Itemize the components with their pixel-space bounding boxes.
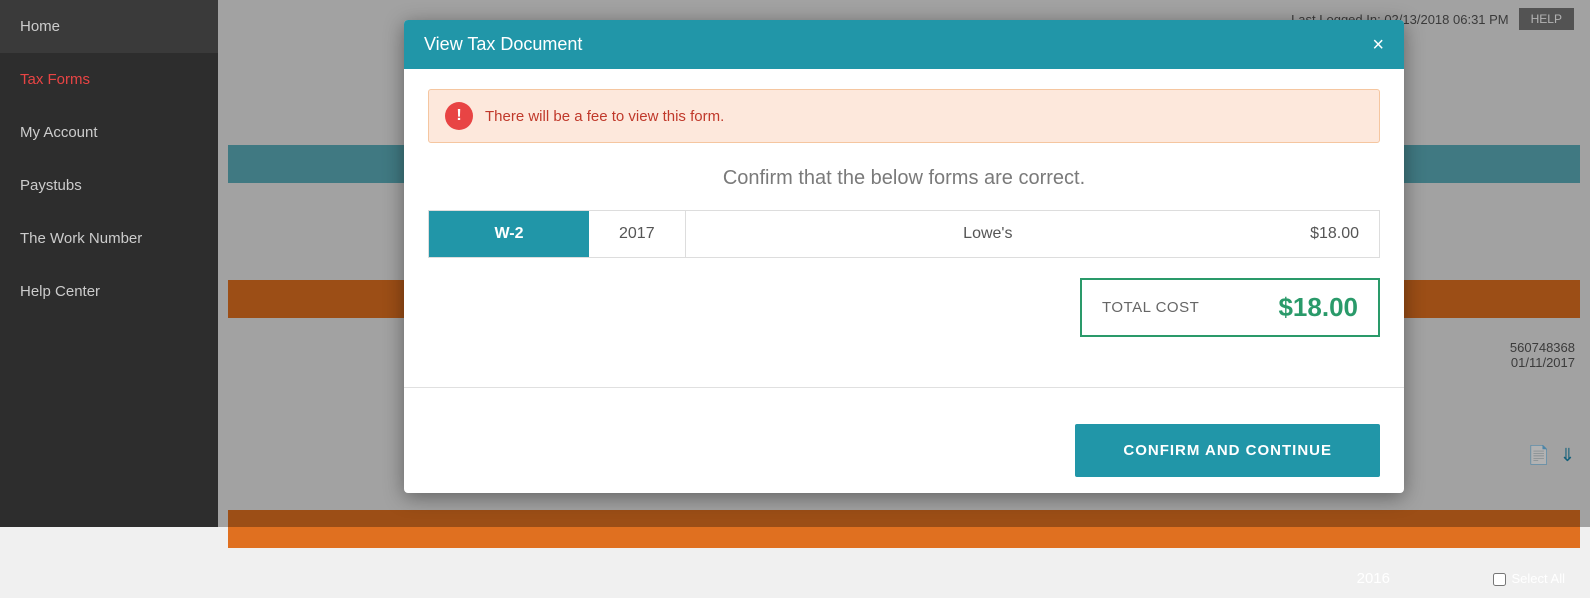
sidebar-item-paystubs[interactable]: Paystubs xyxy=(0,159,218,212)
sidebar-item-my-account[interactable]: My Account xyxy=(0,106,218,159)
modal-body: ! There will be a fee to view this form.… xyxy=(404,69,1404,377)
total-cost-dollar: $ xyxy=(1278,292,1292,322)
confirm-and-continue-button[interactable]: CONFIRM AND CONTINUE xyxy=(1075,424,1380,477)
select-all-checkbox[interactable] xyxy=(1493,573,1506,586)
bg-year-2016: 2016 xyxy=(1357,560,1390,598)
total-cost-label: TOTAL COST xyxy=(1082,287,1258,328)
modal-divider xyxy=(404,387,1404,388)
modal-header: View Tax Document × xyxy=(404,20,1404,69)
sidebar-item-help-center[interactable]: Help Center xyxy=(0,265,218,318)
sidebar-item-tax-forms[interactable]: Tax Forms xyxy=(0,53,218,106)
modal-footer: CONFIRM AND CONTINUE xyxy=(404,408,1404,493)
total-cost-box: TOTAL COST $18.00 xyxy=(1080,278,1380,337)
warning-icon: ! xyxy=(445,102,473,130)
warning-text: There will be a fee to view this form. xyxy=(485,108,724,125)
form-row: W-2 2017 Lowe's $18.00 xyxy=(428,210,1380,258)
main-content: Last Logged In: 02/13/2018 06:31 PM HELP… xyxy=(218,0,1590,527)
warning-banner: ! There will be a fee to view this form. xyxy=(428,89,1380,143)
total-cost-value: 18.00 xyxy=(1293,292,1358,322)
bg-select-all: Select All xyxy=(1493,560,1565,598)
confirm-heading: Confirm that the below forms are correct… xyxy=(428,167,1380,190)
sidebar: Home Tax Forms My Account Paystubs The W… xyxy=(0,0,218,527)
total-cost-amount: $18.00 xyxy=(1258,280,1378,335)
form-company-cell: Lowe's xyxy=(686,211,1290,257)
form-type-cell: W-2 xyxy=(429,211,589,257)
form-year-cell: 2017 xyxy=(589,211,686,257)
sidebar-item-home[interactable]: Home xyxy=(0,0,218,53)
modal-close-button[interactable]: × xyxy=(1372,35,1384,55)
total-cost-container: TOTAL COST $18.00 xyxy=(428,278,1380,337)
form-price-cell: $18.00 xyxy=(1290,211,1379,257)
modal: View Tax Document × ! There will be a fe… xyxy=(404,20,1404,493)
modal-title: View Tax Document xyxy=(424,34,582,55)
sidebar-item-work-number[interactable]: The Work Number xyxy=(0,212,218,265)
modal-overlay: View Tax Document × ! There will be a fe… xyxy=(218,0,1590,527)
